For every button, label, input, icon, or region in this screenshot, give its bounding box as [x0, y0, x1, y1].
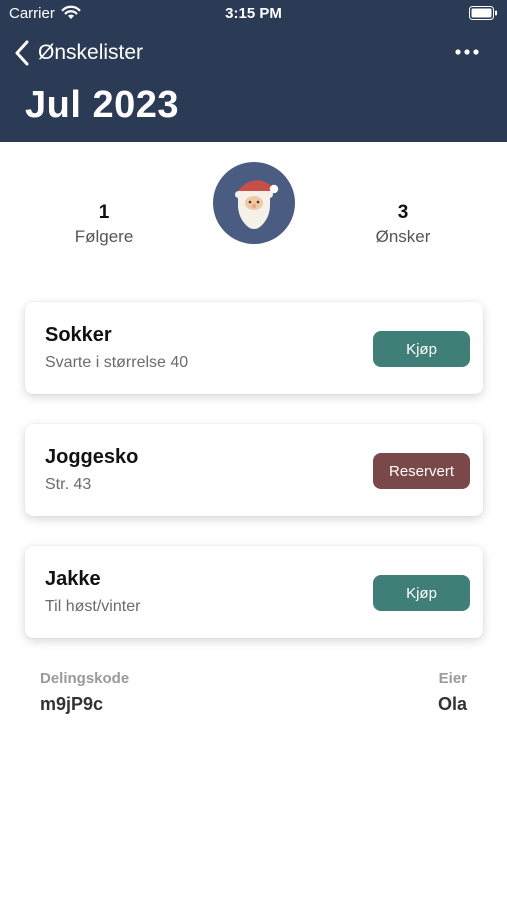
more-options-icon[interactable]	[453, 40, 481, 64]
back-label: Ønskelister	[38, 41, 144, 64]
share-code-value: m9jP9c	[40, 694, 104, 714]
wishes-label: Ønsker	[375, 227, 431, 246]
wishes-stat[interactable]: 3 Ønsker	[333, 202, 473, 247]
owner-value: Ola	[437, 694, 467, 714]
owner-label: Eier	[438, 670, 467, 687]
buy-button[interactable]: Kjøp	[373, 575, 470, 611]
page-title: Jul 2023	[25, 84, 179, 126]
wish-card[interactable]: Sokker Svarte i størrelse 40 Kjøp	[25, 302, 483, 394]
wish-subtitle: Svarte i størrelse 40	[45, 354, 189, 371]
wish-card[interactable]: Joggesko Str. 43 Reservert	[25, 424, 483, 516]
wish-title: Jakke	[45, 568, 101, 590]
buy-button[interactable]: Kjøp	[373, 331, 470, 367]
share-code-label: Delingskode	[40, 670, 130, 687]
followers-count: 1	[98, 202, 110, 223]
reserved-button[interactable]: Reservert	[373, 453, 470, 489]
nav-header: Carrier 3:15 PM Ønskelister Jul 2023	[0, 0, 507, 142]
followers-stat[interactable]: 1 Følgere	[34, 202, 174, 247]
status-bar: Carrier 3:15 PM	[0, 0, 507, 28]
wish-subtitle: Til høst/vinter	[45, 598, 141, 615]
wish-subtitle: Str. 43	[45, 476, 92, 493]
wish-title: Joggesko	[45, 446, 139, 468]
back-button[interactable]: Ønskelister	[14, 38, 143, 68]
status-time: 3:15 PM	[225, 5, 282, 22]
santa-avatar	[213, 162, 295, 244]
followers-label: Følgere	[74, 227, 134, 246]
chevron-left-icon	[15, 40, 29, 66]
wish-card[interactable]: Jakke Til høst/vinter Kjøp	[25, 546, 483, 638]
wish-title: Sokker	[45, 324, 112, 346]
profile-stats: 1 Følgere 3 Ønsker	[0, 158, 507, 258]
wishes-count: 3	[397, 202, 409, 223]
battery-icon	[469, 6, 497, 20]
